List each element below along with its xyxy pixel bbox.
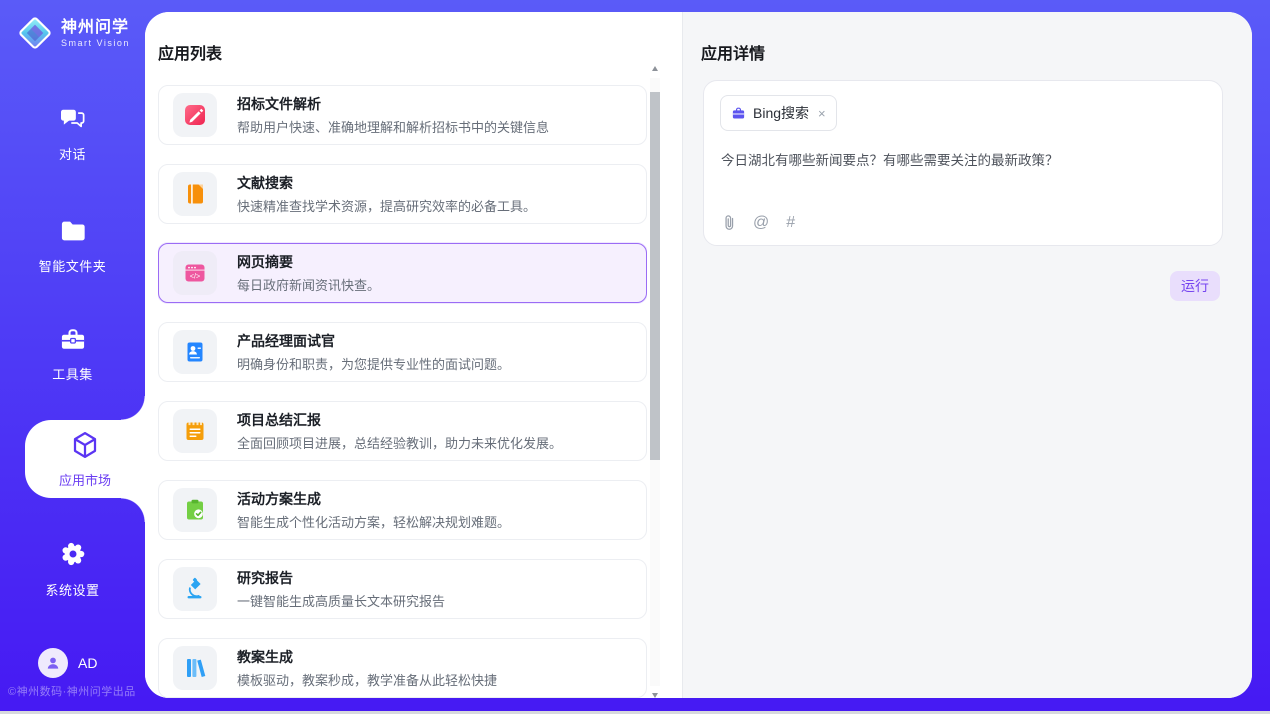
app-card-web-summary[interactable]: </> 网页摘要 每日政府新闻资讯快查。	[158, 243, 647, 303]
sidebar-item-settings[interactable]: 系统设置	[0, 540, 145, 599]
app-title: 产品经理面试官	[237, 332, 510, 350]
app-title: 招标文件解析	[237, 95, 549, 113]
sidebar-item-app-market[interactable]: 应用市场	[25, 420, 145, 498]
app-detail-panel: 应用详情 Bing搜索 × 今日湖北有哪些新闻要点？有哪些需要关注的最新政策？	[682, 12, 1252, 698]
toolbox-icon	[59, 326, 87, 352]
chip-close-icon[interactable]: ×	[818, 106, 826, 121]
app-list-panel: 应用列表 招标文件解析 帮助用户快速、准确地	[145, 12, 682, 698]
app-card-pm-interviewer[interactable]: 产品经理面试官 明确身份和职责，为您提供专业性的面试问题。	[158, 322, 647, 382]
paperclip-icon[interactable]	[721, 214, 736, 232]
sidebar: 神州问学 Smart Vision 对话 智能文件夹	[0, 0, 145, 714]
app-card-literature-search[interactable]: 文献搜索 快速精准查找学术资源，提高研究效率的必备工具。	[158, 164, 647, 224]
app-card-list: 招标文件解析 帮助用户快速、准确地理解和解析招标书中的关键信息 文献搜索	[158, 85, 647, 698]
brand-logo: 神州问学 Smart Vision	[16, 14, 130, 52]
tool-chip-label: Bing搜索	[753, 103, 809, 123]
chat-icon	[59, 108, 87, 132]
app-desc: 每日政府新闻资讯快查。	[237, 275, 380, 294]
app-desc: 模板驱动，教案秒成，教学准备从此轻松快捷	[237, 670, 497, 689]
app-card-lesson-plan[interactable]: 教案生成 模板驱动，教案秒成，教学准备从此轻松快捷	[158, 638, 647, 698]
app-title: 文献搜索	[237, 174, 536, 192]
run-button[interactable]: 运行	[1170, 271, 1220, 301]
at-icon[interactable]: @	[753, 215, 769, 231]
user-profile[interactable]: AD	[38, 648, 97, 678]
app-title: 活动方案生成	[237, 490, 510, 508]
sidebar-item-smart-folder[interactable]: 智能文件夹	[0, 218, 145, 275]
query-text[interactable]: 今日湖北有哪些新闻要点？有哪些需要关注的最新政策？	[721, 151, 1206, 170]
prompt-card[interactable]: Bing搜索 × 今日湖北有哪些新闻要点？有哪些需要关注的最新政策？ @ #	[703, 80, 1223, 246]
app-desc: 全面回顾项目进展，总结经验教训，助力未来优化发展。	[237, 433, 562, 452]
sidebar-item-chat[interactable]: 对话	[0, 108, 145, 163]
briefcase-icon	[731, 106, 746, 121]
app-desc: 帮助用户快速、准确地理解和解析招标书中的关键信息	[237, 117, 549, 136]
app-desc: 明确身份和职责，为您提供专业性的面试问题。	[237, 354, 510, 373]
webpage-code-icon: </>	[173, 251, 217, 295]
app-card-bid-parse[interactable]: 招标文件解析 帮助用户快速、准确地理解和解析招标书中的关键信息	[158, 85, 647, 145]
app-list-title: 应用列表	[158, 40, 222, 64]
brand-name: 神州问学	[61, 19, 130, 37]
interviewer-icon	[173, 330, 217, 374]
app-title: 网页摘要	[237, 253, 380, 271]
brand-subtitle: Smart Vision	[61, 38, 130, 48]
app-detail-title: 应用详情	[701, 40, 765, 64]
gear-icon	[59, 540, 87, 568]
sidebar-item-label: 系统设置	[0, 580, 145, 599]
scrollbar-up-arrow[interactable]	[652, 66, 658, 71]
bid-document-icon	[173, 93, 217, 137]
scrollbar-thumb[interactable]	[650, 92, 660, 460]
app-title: 研究报告	[237, 569, 445, 587]
brand-gem-icon	[16, 14, 54, 52]
composer-toolbar: @ #	[721, 214, 795, 232]
microscope-icon	[173, 567, 217, 611]
cube-icon	[70, 430, 100, 460]
app-card-event-plan[interactable]: 活动方案生成 智能生成个性化活动方案，轻松解决规划难题。	[158, 480, 647, 540]
sidebar-item-label: 对话	[0, 144, 145, 163]
notepad-icon	[173, 409, 217, 453]
avatar	[38, 648, 68, 678]
app-desc: 快速精准查找学术资源，提高研究效率的必备工具。	[237, 196, 536, 215]
app-title: 教案生成	[237, 648, 497, 666]
app-title: 项目总结汇报	[237, 411, 562, 429]
sidebar-item-label: 工具集	[0, 364, 145, 383]
content-area: 应用列表 招标文件解析 帮助用户快速、准确地	[145, 12, 1252, 698]
book-icon	[173, 172, 217, 216]
svg-text:</>: </>	[190, 272, 200, 281]
scrollbar-down-arrow[interactable]	[652, 693, 658, 698]
sidebar-footer: ©神州数码·神州问学出品	[8, 683, 148, 699]
sidebar-item-label: 智能文件夹	[0, 256, 145, 275]
app-card-research-report[interactable]: 研究报告 一键智能生成高质量长文本研究报告	[158, 559, 647, 619]
clipboard-check-icon	[173, 488, 217, 532]
app-desc: 一键智能生成高质量长文本研究报告	[237, 591, 445, 610]
folder-icon	[59, 218, 87, 244]
user-initials: AD	[78, 655, 97, 671]
app-window: 神州问学 Smart Vision 对话 智能文件夹	[0, 0, 1270, 714]
app-card-project-summary[interactable]: 项目总结汇报 全面回顾项目进展，总结经验教训，助力未来优化发展。	[158, 401, 647, 461]
hash-icon[interactable]: #	[786, 215, 795, 231]
sidebar-item-toolset[interactable]: 工具集	[0, 326, 145, 383]
tool-chip-bing-search[interactable]: Bing搜索 ×	[720, 95, 837, 131]
sidebar-item-label: 应用市场	[25, 470, 145, 489]
scrollbar[interactable]	[650, 78, 660, 686]
person-icon	[44, 654, 62, 672]
books-icon	[173, 646, 217, 690]
app-desc: 智能生成个性化活动方案，轻松解决规划难题。	[237, 512, 510, 531]
